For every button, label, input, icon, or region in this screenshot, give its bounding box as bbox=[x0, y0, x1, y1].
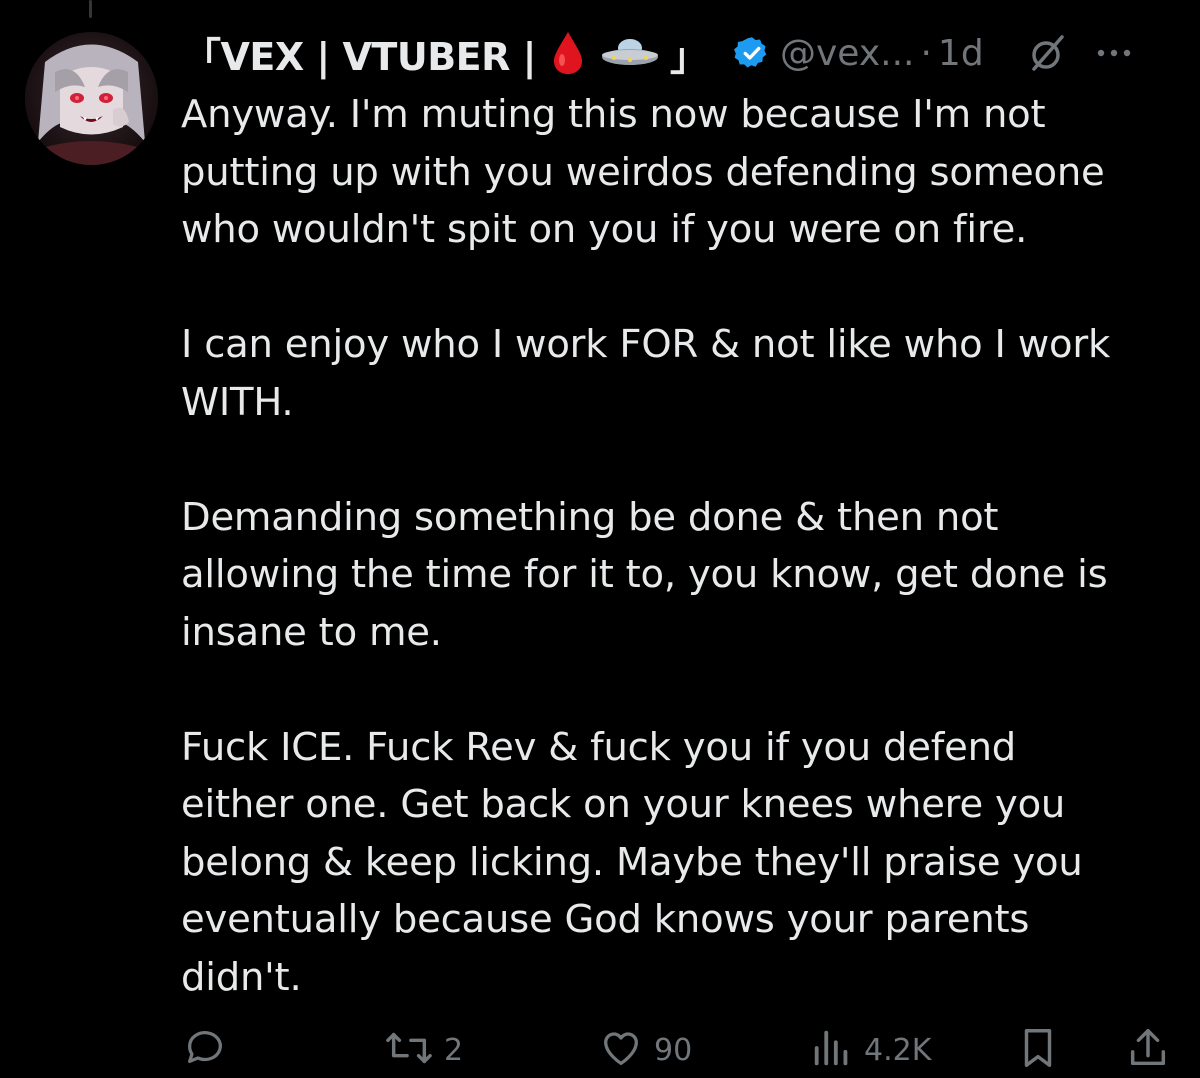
post-paragraph: Fuck ICE. Fuck Rev & fuck you if you def… bbox=[181, 719, 1181, 1007]
like-button[interactable]: 90 bbox=[598, 1022, 692, 1078]
thread-connector-line bbox=[89, 0, 92, 18]
repost-button[interactable]: 2 bbox=[384, 1022, 463, 1078]
reply-button[interactable] bbox=[182, 1022, 238, 1078]
post-timestamp[interactable]: 1d bbox=[938, 33, 984, 74]
heart-icon bbox=[598, 1025, 644, 1075]
post-line: didn't. bbox=[181, 954, 302, 1000]
verified-badge-icon[interactable] bbox=[734, 35, 770, 71]
separator-dot: · bbox=[920, 32, 932, 74]
post-line: putting up with you weirdos defending so… bbox=[181, 149, 1105, 195]
post-line: who wouldn't spit on you if you were on … bbox=[181, 207, 1028, 252]
post-text: Anyway. I'm muting this now because I'm … bbox=[181, 86, 1181, 1006]
post-line: belong & keep licking. Maybe they'll pra… bbox=[181, 839, 1083, 885]
bookmark-icon bbox=[1018, 1025, 1058, 1075]
avatar[interactable] bbox=[25, 32, 158, 165]
action-bar: 2 90 4.2K bbox=[0, 1022, 1200, 1078]
views-count: 4.2K bbox=[864, 1032, 932, 1068]
post-line: eventually because God knows your parent… bbox=[181, 897, 1030, 942]
views-button[interactable]: 4.2K bbox=[810, 1022, 931, 1078]
post-line: allowing the time for it to, you know, g… bbox=[181, 552, 1108, 597]
post-line: I can enjoy who I work FOR & not like wh… bbox=[181, 322, 1111, 367]
like-count: 90 bbox=[654, 1032, 693, 1068]
flying-saucer-emoji bbox=[600, 35, 660, 71]
author-handle[interactable]: @vex... bbox=[780, 33, 914, 74]
post-line: Demanding something be done & then not bbox=[181, 494, 999, 540]
share-button[interactable] bbox=[1126, 1022, 1170, 1078]
repost-icon bbox=[384, 1025, 434, 1075]
post-paragraph: Anyway. I'm muting this now because I'm … bbox=[181, 86, 1181, 259]
reply-icon bbox=[182, 1025, 228, 1075]
grok-icon[interactable] bbox=[1028, 33, 1068, 73]
avatar-image bbox=[25, 32, 158, 165]
post-header: 「VEX | VTUBER | 」 @vex... · 1d bbox=[183, 24, 1183, 82]
share-icon bbox=[1126, 1025, 1170, 1075]
display-name-suffix: 」 bbox=[669, 34, 708, 79]
post-line: Fuck ICE. Fuck Rev & fuck you if you def… bbox=[181, 724, 1017, 770]
post-line: insane to me. bbox=[181, 609, 442, 655]
bookmark-button[interactable] bbox=[1018, 1022, 1058, 1078]
post-line: either one. Get back on your knees where… bbox=[181, 782, 1066, 827]
more-options-icon[interactable] bbox=[1096, 47, 1132, 59]
post-line: WITH. bbox=[181, 379, 294, 425]
post-line: Anyway. I'm muting this now because I'm … bbox=[181, 92, 1046, 137]
post-paragraph: Demanding something be done & then not a… bbox=[181, 489, 1181, 662]
blood-drop-emoji bbox=[550, 30, 586, 76]
display-name[interactable]: 「VEX | VTUBER | bbox=[183, 26, 536, 81]
post-paragraph: I can enjoy who I work FOR & not like wh… bbox=[181, 316, 1181, 431]
views-icon bbox=[810, 1025, 854, 1075]
repost-count: 2 bbox=[444, 1032, 464, 1068]
